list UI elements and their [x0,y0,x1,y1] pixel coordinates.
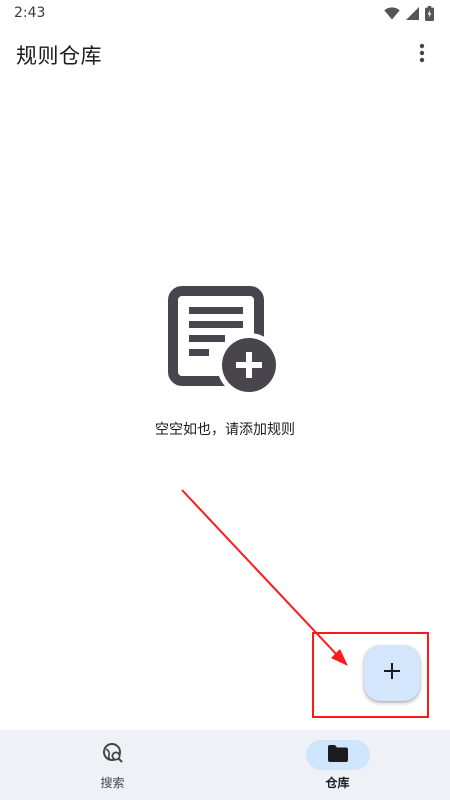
page-title: 规则仓库 [16,44,102,68]
wifi-icon [384,6,400,20]
nav-indicator [81,740,145,770]
status-time: 2:43 [14,5,46,21]
empty-state: 空空如也，请添加规则 [0,285,450,439]
more-vert-icon [419,43,425,67]
empty-state-message: 空空如也，请添加规则 [155,422,295,438]
battery-icon [425,5,434,21]
nav-item-search[interactable]: 搜索 [53,740,173,791]
signal-icon [406,6,419,20]
folder-icon [327,744,348,766]
add-rule-fab[interactable] [364,645,420,701]
document-add-icon [167,285,283,397]
status-icons [384,5,434,21]
bottom-nav: 搜索 仓库 [0,730,450,800]
plus-icon [384,663,400,683]
app-bar: 规则仓库 [0,30,450,80]
nav-item-repository[interactable]: 仓库 [278,740,398,791]
status-bar: 2:43 [0,0,450,26]
nav-indicator-active [305,740,370,770]
more-options-button[interactable] [406,35,438,75]
nav-label-repository: 仓库 [325,776,350,790]
search-globe-icon [102,742,124,768]
nav-label-search: 搜索 [100,776,125,790]
